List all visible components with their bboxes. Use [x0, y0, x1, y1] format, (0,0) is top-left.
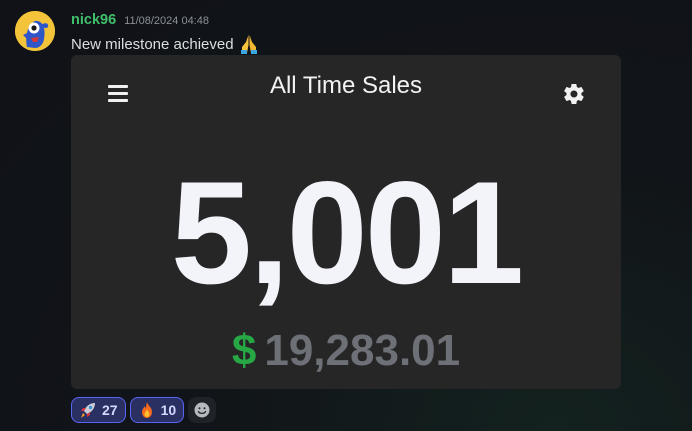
currency-symbol: $ — [231, 326, 257, 375]
reaction-count: 10 — [160, 402, 177, 418]
fire-icon — [138, 401, 156, 419]
widget-title: All Time Sales — [269, 72, 423, 99]
username[interactable]: nick96 — [71, 12, 116, 28]
add-reaction-button[interactable] — [188, 397, 217, 423]
timestamp[interactable]: 11/08/2024 04:48 — [124, 15, 209, 27]
avatar[interactable] — [15, 11, 55, 51]
pray-icon — [238, 33, 260, 55]
message-text: New milestone achieved — [71, 35, 234, 53]
gear-icon — [562, 82, 586, 106]
message-header: nick96 11/08/2024 04:48 — [71, 12, 209, 28]
message-content: New milestone achieved — [71, 33, 260, 55]
chat-message: nick96 11/08/2024 04:48 New milestone ac… — [0, 0, 692, 431]
reaction-count: 27 — [102, 402, 118, 418]
sales-widget-image[interactable]: All Time Sales 5,001 $19,283.01 — [71, 55, 621, 389]
smiley-icon — [194, 402, 210, 418]
reactions-bar: 27 10 — [71, 397, 217, 423]
reaction-fire[interactable]: 10 — [129, 397, 185, 423]
sales-count: 5,001 — [170, 151, 524, 314]
revenue-total: $19,283.01 — [71, 329, 621, 373]
avatar-monster-icon — [15, 11, 55, 51]
reaction-rocket[interactable]: 27 — [71, 397, 126, 423]
rocket-icon — [79, 401, 97, 419]
revenue-amount: 19,283.01 — [264, 326, 461, 375]
